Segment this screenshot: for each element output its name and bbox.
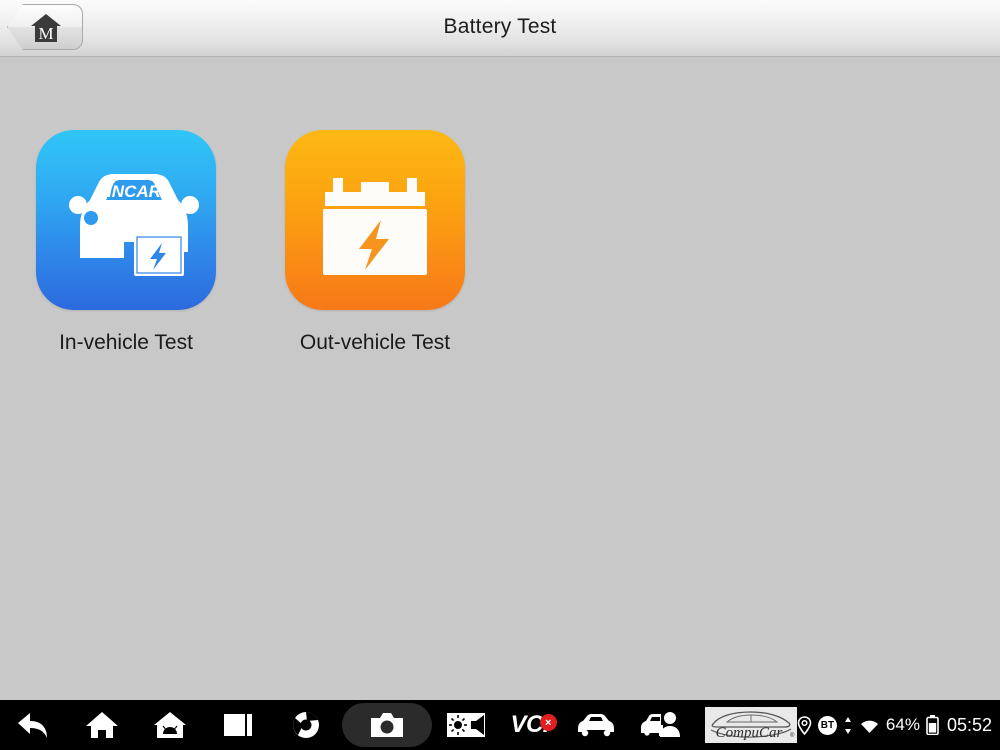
taskbar-browser-button[interactable] (272, 700, 340, 750)
taskbar-vci-button[interactable]: VCI × (497, 711, 563, 739)
taskbar-back-button[interactable] (0, 700, 68, 750)
car-with-battery-icon: INCAR (69, 174, 199, 276)
tile-in-vehicle-test[interactable]: INCAR In-vehicle Test (36, 130, 216, 355)
app-tiles: INCAR In-vehicle Test Out-vehicle Test (36, 130, 465, 355)
browser-icon (292, 712, 319, 738)
battery-icon (323, 178, 427, 275)
out-vehicle-test-icon[interactable] (285, 130, 465, 310)
recent-apps-icon (223, 714, 252, 736)
bluetooth-icon[interactable]: BT (817, 715, 837, 735)
taskbar-camera-button[interactable] (341, 703, 433, 747)
battery-percent-label: 64% (885, 715, 920, 734)
taskbar-android-home-button[interactable] (136, 700, 204, 750)
wifi-icon[interactable] (859, 717, 880, 734)
location-pin-icon[interactable] (797, 715, 812, 735)
compucar-logo-icon: CompuCar ® (710, 711, 795, 741)
svg-text:®: ® (790, 732, 795, 739)
tile-label-out-vehicle-test: Out-vehicle Test (299, 331, 451, 354)
display-audio-icon (446, 713, 485, 737)
back-icon (17, 713, 47, 738)
data-transfer-icon (844, 716, 851, 734)
in-vehicle-test-icon[interactable]: INCAR (36, 130, 216, 310)
taskbar-home-button[interactable] (68, 700, 136, 750)
header-bar: M Battery Test (0, 0, 1000, 57)
home-icon (85, 712, 118, 738)
taskbar: VCI × CompuCar ® BT 64% 05:52 (0, 700, 1000, 750)
camera-icon (371, 713, 404, 737)
taskbar-recent-apps-button[interactable] (204, 700, 272, 750)
page-title: Battery Test (443, 15, 557, 38)
taskbar-display-audio-button[interactable] (434, 700, 496, 750)
android-home-icon (153, 712, 186, 738)
vci-disconnected-badge: × (539, 714, 557, 731)
svg-text:CompuCar: CompuCar (716, 725, 783, 741)
clock-label: 05:52 (946, 714, 992, 735)
tile-out-vehicle-test[interactable]: Out-vehicle Test (285, 130, 465, 355)
compucar-logo[interactable]: CompuCar ® (704, 707, 797, 743)
status-tray: BT 64% 05:52 (797, 715, 992, 736)
vehicle-icon (577, 714, 614, 737)
taskbar-service-button[interactable] (629, 700, 695, 750)
tile-label-in-vehicle-test: In-vehicle Test (59, 331, 193, 354)
taskbar-vehicle-button[interactable] (563, 700, 629, 750)
service-icon (640, 712, 680, 737)
svg-text:INCAR: INCAR (107, 182, 162, 201)
battery-status-icon (926, 715, 939, 735)
app-root: M Battery Test INCAR In-vehicle Test Out… (0, 0, 1000, 750)
